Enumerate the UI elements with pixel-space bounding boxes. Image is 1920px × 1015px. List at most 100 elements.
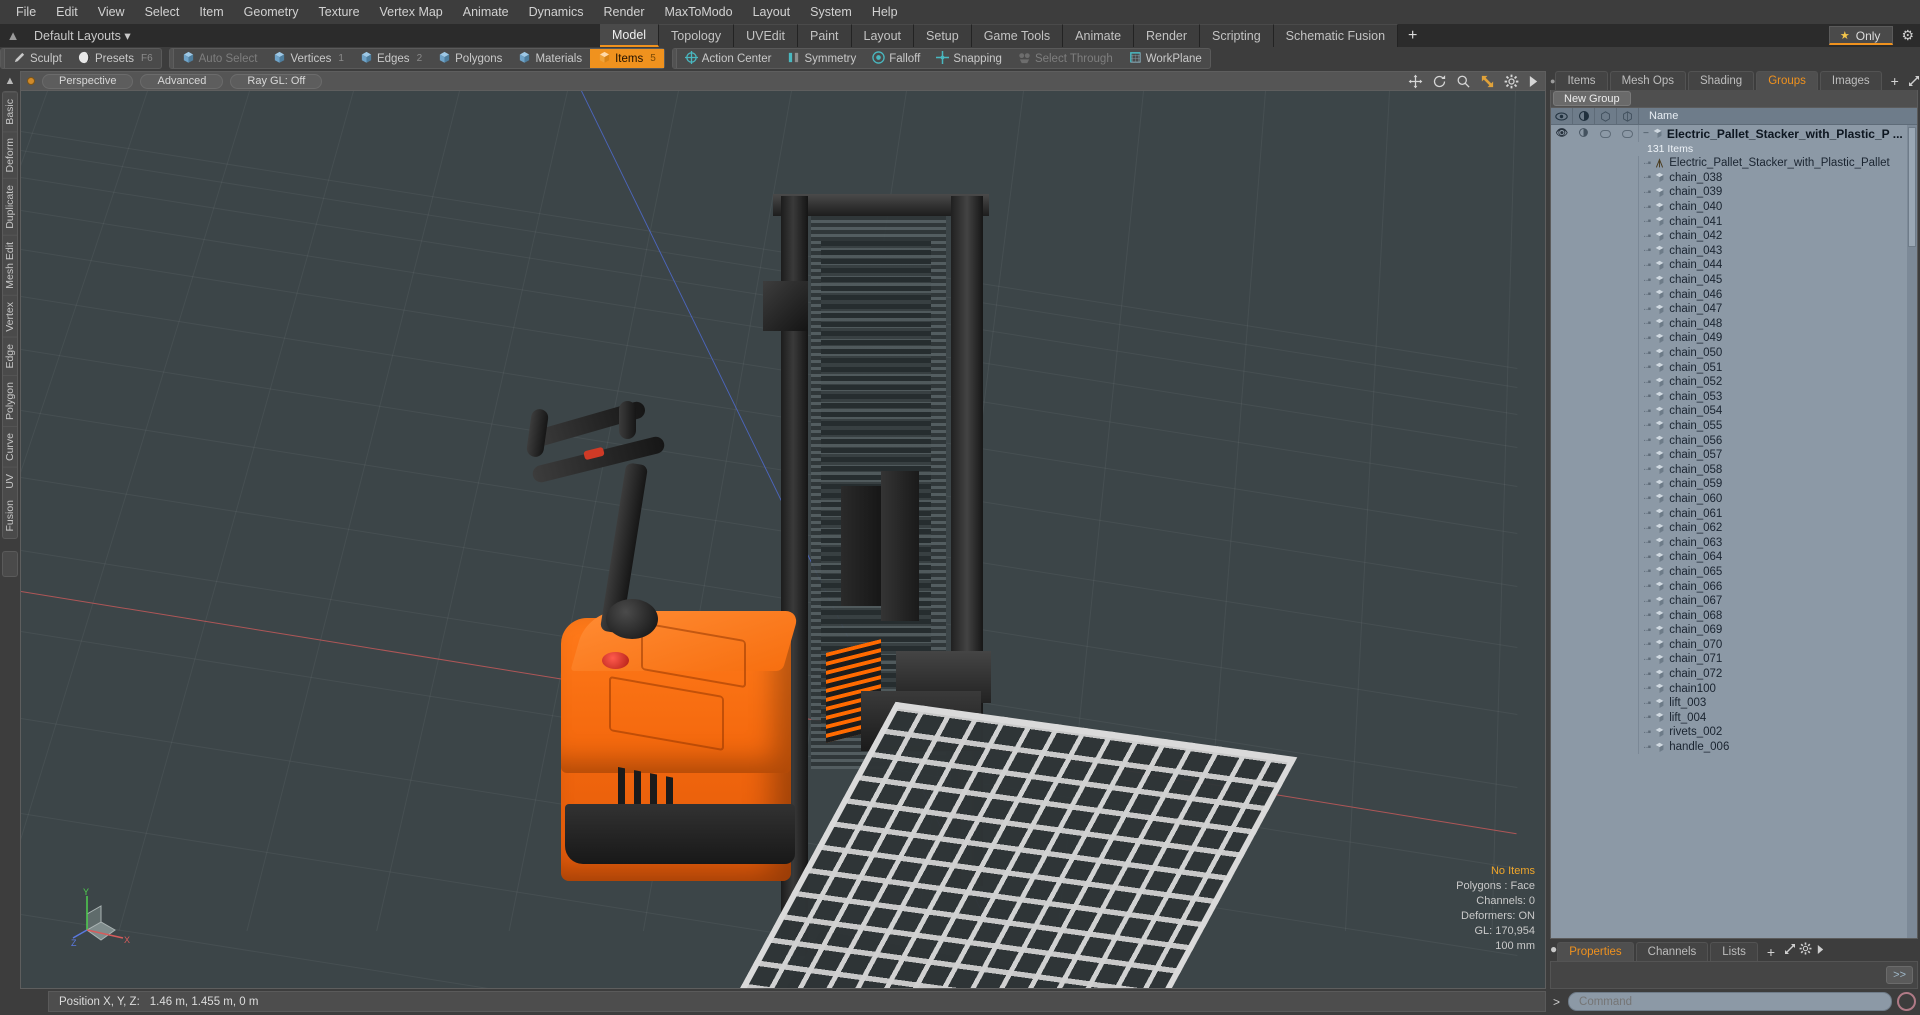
tree-item-rivets_002[interactable]: ··▪ rivets_002 <box>1551 725 1917 740</box>
tool-button-presets[interactable]: Presets F6 <box>70 49 161 68</box>
layout-tab-render[interactable]: Render <box>1134 24 1201 47</box>
tree-item-chain_045[interactable]: ··▪ chain_045 <box>1551 272 1917 288</box>
tool-button-polygons[interactable]: Polygons <box>430 49 510 68</box>
tool-button-auto-select[interactable]: Auto Select <box>174 49 266 68</box>
eye-icon[interactable] <box>1551 108 1573 124</box>
tree-item-chain_064[interactable]: ··▪ chain_064 <box>1551 550 1917 565</box>
add-layout-tab-button[interactable]: + <box>1398 24 1428 47</box>
shade-icon[interactable] <box>1617 108 1639 124</box>
tree-scrollbar[interactable] <box>1907 125 1917 938</box>
home-icon[interactable]: ▲ <box>0 28 26 43</box>
tree-item-chain_054[interactable]: ··▪ chain_054 <box>1551 404 1917 419</box>
tree-item-chain_046[interactable]: ··▪ chain_046 <box>1551 287 1917 302</box>
tree-item-chain_039[interactable]: ··▪ chain_039 <box>1551 185 1917 200</box>
menu-item-layout[interactable]: Layout <box>743 2 801 22</box>
tree-item-lift_003[interactable]: ··▪ lift_003 <box>1551 695 1917 711</box>
row-toggles[interactable] <box>1551 593 1639 609</box>
row-toggles[interactable] <box>1551 462 1639 478</box>
row-toggles[interactable] <box>1551 710 1639 726</box>
axis-gizmo[interactable]: Y X Z <box>71 886 133 948</box>
layout-tab-model[interactable]: Model <box>600 24 660 47</box>
eye-icon[interactable]: 👁 <box>1551 128 1573 139</box>
properties-tab-channels[interactable]: Channels <box>1635 942 1709 961</box>
menu-item-file[interactable]: File <box>6 2 46 22</box>
tree-item-chain_062[interactable]: ··▪ chain_062 <box>1551 520 1917 536</box>
rotate-icon[interactable] <box>1432 74 1447 89</box>
tree-item-chain_058[interactable]: ··▪ chain_058 <box>1551 462 1917 478</box>
left-tool-tab-mesh-edit[interactable]: Mesh Edit <box>3 234 17 295</box>
row-toggles[interactable] <box>1551 272 1639 288</box>
viewport-shading-button[interactable]: Advanced <box>140 73 224 89</box>
row-toggles[interactable] <box>1551 564 1639 580</box>
row-toggles[interactable] <box>1551 345 1639 361</box>
layout-tab-layout[interactable]: Layout <box>851 24 915 47</box>
row-toggles[interactable] <box>1551 623 1639 638</box>
row-toggles[interactable] <box>1551 652 1639 667</box>
menu-item-texture[interactable]: Texture <box>309 2 370 22</box>
tree-item-chain_044[interactable]: ··▪ chain_044 <box>1551 258 1917 273</box>
tool-button-vertices[interactable]: Vertices 1 <box>265 49 351 68</box>
properties-tab-properties[interactable]: Properties <box>1557 942 1634 961</box>
row-toggles[interactable] <box>1551 666 1639 682</box>
left-tool-tab-polygon[interactable]: Polygon <box>3 374 17 426</box>
wireframe-icon[interactable] <box>1595 108 1617 124</box>
row-toggles[interactable] <box>1551 258 1639 273</box>
tool-button-materials[interactable]: Materials <box>510 49 590 68</box>
menu-item-view[interactable]: View <box>88 2 135 22</box>
gear-icon[interactable]: ⚙ <box>1901 27 1914 44</box>
tree-item-chain_060[interactable]: ··▪ chain_060 <box>1551 491 1917 507</box>
tree-item-chain_061[interactable]: ··▪ chain_061 <box>1551 506 1917 521</box>
tree-item-chain_067[interactable]: ··▪ chain_067 <box>1551 593 1917 609</box>
menu-item-vertex-map[interactable]: Vertex Map <box>370 2 453 22</box>
tree-item-chain_059[interactable]: ··▪ chain_059 <box>1551 477 1917 492</box>
tree-item-chain_053[interactable]: ··▪ chain_053 <box>1551 389 1917 405</box>
row-toggles[interactable] <box>1551 156 1639 171</box>
tree-item-chain_072[interactable]: ··▪ chain_072 <box>1551 666 1917 682</box>
right-panel-tab-items[interactable]: Items <box>1555 71 1608 90</box>
row-toggles[interactable] <box>1551 739 1639 755</box>
add-properties-tab-button[interactable]: + <box>1760 942 1782 961</box>
render-icon[interactable] <box>1573 127 1595 141</box>
row-toggles[interactable] <box>1551 608 1639 623</box>
zoom-icon[interactable] <box>1456 74 1471 89</box>
left-tool-tab-vertex[interactable]: Vertex <box>3 294 17 338</box>
layout-tab-animate[interactable]: Animate <box>1063 24 1135 47</box>
viewport-projection-button[interactable]: Perspective <box>42 73 134 89</box>
row-toggles[interactable] <box>1551 433 1639 448</box>
gear-icon[interactable] <box>1799 942 1812 955</box>
row-toggles[interactable] <box>1551 681 1639 696</box>
tree-item-chain_048[interactable]: ··▪ chain_048 <box>1551 316 1917 332</box>
row-toggles[interactable] <box>1551 506 1639 521</box>
menu-item-item[interactable]: Item <box>189 2 233 22</box>
tree-item-chain_068[interactable]: ··▪ chain_068 <box>1551 608 1917 623</box>
render-icon[interactable] <box>1573 108 1595 124</box>
menu-item-select[interactable]: Select <box>135 2 190 22</box>
tree-item-chain_063[interactable]: ··▪ chain_063 <box>1551 535 1917 551</box>
menu-item-help[interactable]: Help <box>862 2 908 22</box>
right-panel-tab-groups[interactable]: Groups <box>1756 71 1818 90</box>
tree-item-chain_069[interactable]: ··▪ chain_069 <box>1551 623 1917 638</box>
tree-item-chain_038[interactable]: ··▪ chain_038 <box>1551 170 1917 186</box>
left-strip-extra-button[interactable] <box>2 550 18 577</box>
tree-item-chain100[interactable]: ··▪ chain100 <box>1551 681 1917 696</box>
properties-tab-lists[interactable]: Lists <box>1710 942 1758 961</box>
row-toggles[interactable] <box>1551 199 1639 215</box>
left-tool-tab-duplicate[interactable]: Duplicate <box>3 178 17 235</box>
move-icon[interactable] <box>1408 74 1423 89</box>
pin-icon[interactable]: ▲ <box>5 75 16 87</box>
row-toggles[interactable] <box>1551 535 1639 551</box>
properties-menu-dot-icon[interactable]: ● <box>1550 942 1557 961</box>
row-toggles[interactable] <box>1551 360 1639 375</box>
layout-tab-setup[interactable]: Setup <box>914 24 972 47</box>
row-toggles[interactable] <box>1551 228 1639 244</box>
layout-tab-uvedit[interactable]: UVEdit <box>734 24 798 47</box>
tree-root-row[interactable]: 👁 − Electric_Pallet_Stacker_with_Plastic_P… <box>1551 125 1917 142</box>
tree-item-handle_006[interactable]: ··▪ handle_006 <box>1551 739 1917 755</box>
row-toggles[interactable]: 👁 <box>1551 125 1639 142</box>
row-toggles[interactable] <box>1551 301 1639 317</box>
tree-item-chain_051[interactable]: ··▪ chain_051 <box>1551 360 1917 375</box>
menu-item-dynamics[interactable]: Dynamics <box>519 2 594 22</box>
gear-icon[interactable] <box>1504 74 1519 89</box>
tree-item-chain_065[interactable]: ··▪ chain_065 <box>1551 564 1917 580</box>
tree-item-chain_070[interactable]: ··▪ chain_070 <box>1551 637 1917 653</box>
